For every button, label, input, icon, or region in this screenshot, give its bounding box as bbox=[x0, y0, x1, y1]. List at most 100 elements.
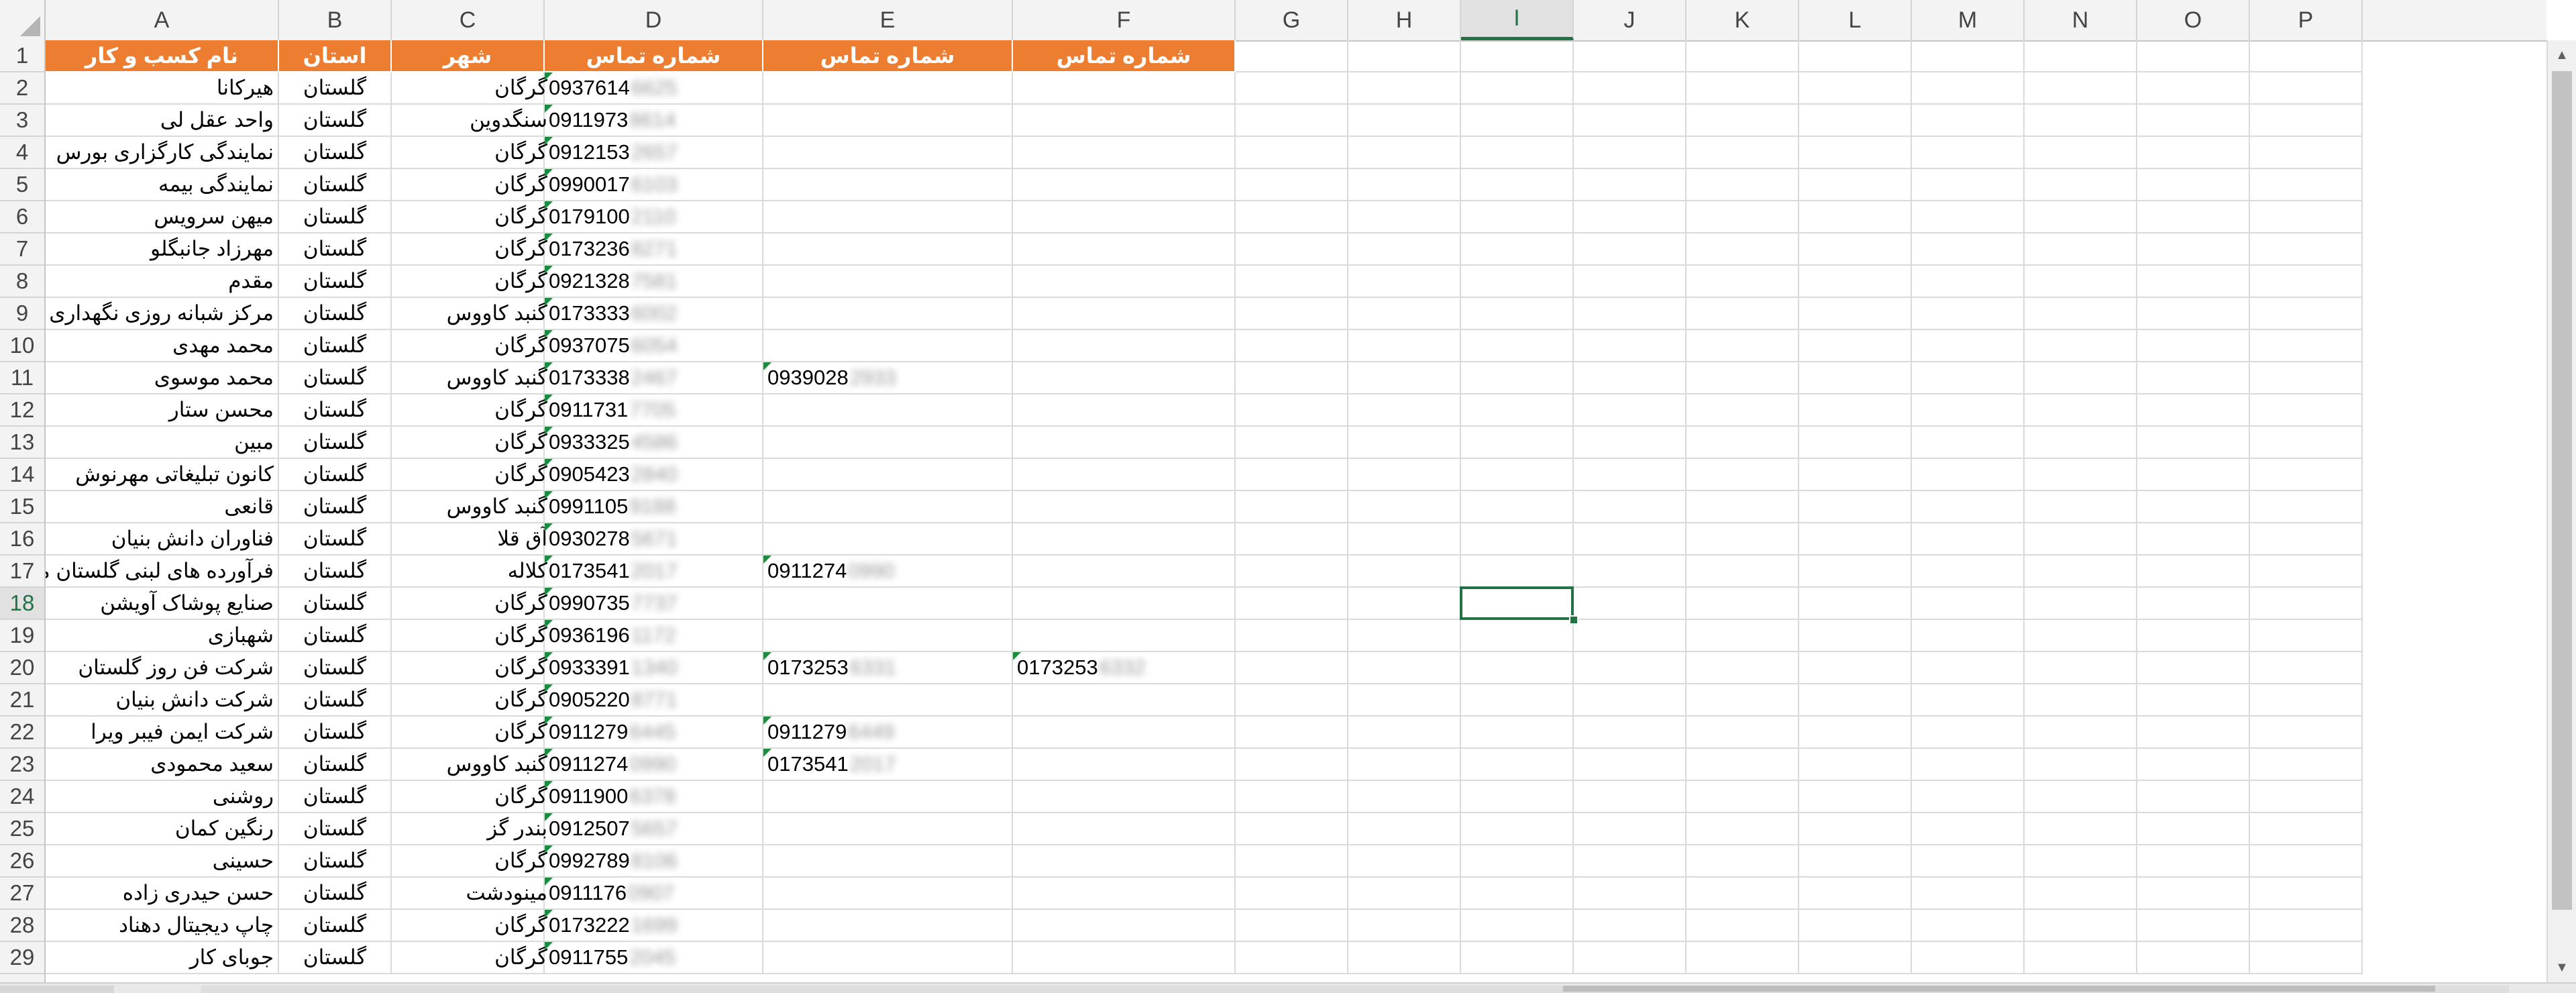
empty-cell[interactable] bbox=[1348, 266, 1461, 298]
empty-cell[interactable] bbox=[1461, 105, 1574, 137]
phone-cell[interactable]: 0911274 0990 bbox=[545, 749, 763, 781]
empty-cell[interactable] bbox=[1461, 717, 1574, 749]
empty-cell[interactable] bbox=[1912, 620, 2025, 652]
row-header-22[interactable]: 22 bbox=[0, 717, 44, 749]
phone-cell-f[interactable] bbox=[1013, 105, 1236, 137]
empty-cell[interactable] bbox=[1461, 459, 1574, 491]
phone-cell-e[interactable] bbox=[763, 395, 1013, 427]
empty-cell[interactable] bbox=[1236, 459, 1348, 491]
empty-cell[interactable] bbox=[1348, 362, 1461, 395]
empty-cell[interactable] bbox=[2250, 201, 2363, 233]
empty-cell[interactable] bbox=[1799, 137, 1912, 169]
empty-cell[interactable] bbox=[2025, 427, 2137, 459]
empty-cell[interactable] bbox=[2137, 427, 2250, 459]
select-all-corner[interactable] bbox=[0, 0, 46, 40]
empty-cell[interactable] bbox=[2025, 72, 2137, 105]
phone-cell-f[interactable] bbox=[1013, 233, 1236, 266]
business-name-cell[interactable]: کانون تبلیغاتی مهرنوش bbox=[46, 459, 279, 491]
empty-cell[interactable] bbox=[1686, 620, 1799, 652]
empty-cell[interactable] bbox=[2250, 781, 2363, 813]
empty-cell[interactable] bbox=[2025, 105, 2137, 137]
empty-cell[interactable] bbox=[1686, 556, 1799, 588]
column-header-l[interactable]: L bbox=[1799, 0, 1912, 40]
empty-cell[interactable] bbox=[1799, 620, 1912, 652]
empty-cell[interactable] bbox=[1912, 362, 2025, 395]
empty-cell[interactable] bbox=[2250, 298, 2363, 330]
column-header-c[interactable]: C bbox=[392, 0, 545, 40]
empty-cell[interactable] bbox=[2137, 362, 2250, 395]
header-cell-b[interactable]: استان bbox=[279, 40, 392, 72]
province-cell[interactable]: گلستان bbox=[279, 491, 392, 523]
empty-cell[interactable] bbox=[1236, 72, 1348, 105]
row-header-16[interactable]: 16 bbox=[0, 523, 44, 556]
empty-cell[interactable] bbox=[1461, 813, 1574, 845]
province-cell[interactable]: گلستان bbox=[279, 233, 392, 266]
empty-cell[interactable] bbox=[1912, 749, 2025, 781]
empty-cell[interactable] bbox=[2250, 330, 2363, 362]
empty-cell[interactable] bbox=[1236, 878, 1348, 910]
empty-cell[interactable] bbox=[2025, 330, 2137, 362]
empty-cell[interactable] bbox=[1461, 395, 1574, 427]
empty-cell[interactable] bbox=[1461, 72, 1574, 105]
empty-cell[interactable] bbox=[2025, 491, 2137, 523]
empty-cell[interactable] bbox=[1574, 298, 1686, 330]
empty-cell[interactable] bbox=[2137, 813, 2250, 845]
row-header-19[interactable]: 19 bbox=[0, 620, 44, 652]
empty-cell[interactable] bbox=[1912, 233, 2025, 266]
empty-cell[interactable] bbox=[1686, 233, 1799, 266]
empty-cell[interactable] bbox=[1799, 233, 1912, 266]
phone-cell[interactable]: 0173541 2017 bbox=[545, 556, 763, 588]
empty-cell[interactable] bbox=[1236, 137, 1348, 169]
empty-cell[interactable] bbox=[1574, 588, 1686, 620]
empty-cell[interactable] bbox=[2025, 556, 2137, 588]
province-cell[interactable]: گلستان bbox=[279, 845, 392, 878]
province-cell[interactable]: گلستان bbox=[279, 395, 392, 427]
empty-cell[interactable] bbox=[1461, 845, 1574, 878]
empty-cell[interactable] bbox=[2250, 878, 2363, 910]
phone-cell-f[interactable]: 0173253 6332 bbox=[1013, 652, 1236, 684]
row-header-4[interactable]: 4 bbox=[0, 137, 44, 169]
empty-cell[interactable] bbox=[1686, 588, 1799, 620]
empty-cell[interactable] bbox=[1461, 169, 1574, 201]
empty-cell[interactable] bbox=[1912, 169, 2025, 201]
row-header-10[interactable]: 10 bbox=[0, 330, 44, 362]
empty-cell[interactable] bbox=[1912, 137, 2025, 169]
empty-cell[interactable] bbox=[2250, 652, 2363, 684]
header-cell-c[interactable]: شهر bbox=[392, 40, 545, 72]
empty-cell[interactable] bbox=[1912, 330, 2025, 362]
row-header-20[interactable]: 20 bbox=[0, 652, 44, 684]
province-cell[interactable]: گلستان bbox=[279, 652, 392, 684]
empty-cell[interactable] bbox=[2025, 588, 2137, 620]
phone-cell-e[interactable] bbox=[763, 201, 1013, 233]
row-header-5[interactable]: 5 bbox=[0, 169, 44, 201]
empty-cell[interactable] bbox=[1686, 105, 1799, 137]
empty-cell[interactable] bbox=[2025, 813, 2137, 845]
empty-cell[interactable] bbox=[1236, 845, 1348, 878]
empty-cell[interactable] bbox=[2025, 395, 2137, 427]
empty-cell[interactable] bbox=[2025, 717, 2137, 749]
empty-cell[interactable] bbox=[1799, 72, 1912, 105]
empty-cell[interactable] bbox=[1574, 878, 1686, 910]
empty-cell[interactable] bbox=[1574, 137, 1686, 169]
empty-cell[interactable] bbox=[2025, 362, 2137, 395]
phone-cell-f[interactable] bbox=[1013, 845, 1236, 878]
empty-cell[interactable] bbox=[1236, 652, 1348, 684]
phone-cell[interactable]: 0937075 6054 bbox=[545, 330, 763, 362]
empty-cell[interactable] bbox=[1799, 427, 1912, 459]
phone-cell[interactable]: 0912507 5657 bbox=[545, 813, 763, 845]
empty-cell[interactable] bbox=[1686, 330, 1799, 362]
empty-cell[interactable] bbox=[1799, 330, 1912, 362]
empty-cell[interactable] bbox=[1799, 878, 1912, 910]
column-header-b[interactable]: B bbox=[279, 0, 392, 40]
empty-cell[interactable] bbox=[1574, 72, 1686, 105]
phone-cell-e[interactable] bbox=[763, 266, 1013, 298]
phone-cell-e[interactable] bbox=[763, 233, 1013, 266]
empty-cell[interactable] bbox=[1461, 620, 1574, 652]
empty-cell[interactable] bbox=[1912, 105, 2025, 137]
empty-cell[interactable] bbox=[1912, 459, 2025, 491]
empty-cell[interactable] bbox=[2250, 749, 2363, 781]
phone-cell-e[interactable] bbox=[763, 72, 1013, 105]
phone-cell-e[interactable] bbox=[763, 459, 1013, 491]
empty-cell[interactable] bbox=[1912, 40, 2025, 72]
phone-cell-f[interactable] bbox=[1013, 169, 1236, 201]
